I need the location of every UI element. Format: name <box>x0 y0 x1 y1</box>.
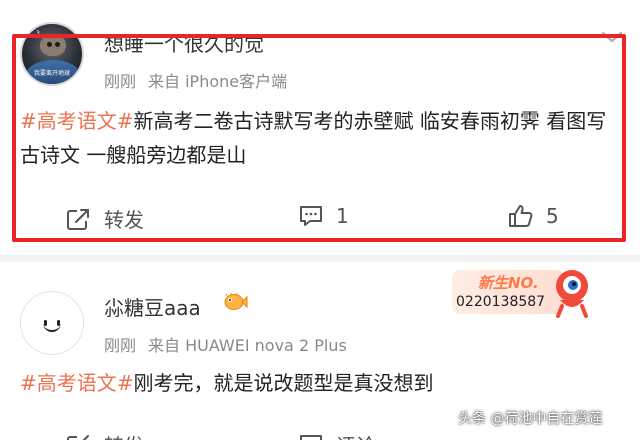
avatar-number: 3 <box>36 30 40 37</box>
username[interactable]: 尛糖豆aaa <box>104 292 201 321</box>
user-avatar[interactable]: 3 我要离开地球 <box>20 22 84 86</box>
watermark: 头条 @荷池中自在赏莲 <box>458 411 603 427</box>
post-content: #高考语文#新高考二卷古诗默写考的赤壁赋 临安春雨初霁 看图写古诗文 一艘船旁边… <box>20 104 624 172</box>
user-badge[interactable]: 新生NO. 0220138587 <box>450 266 598 318</box>
post-meta: 刚刚 来自 iPhone客户端 <box>104 68 287 92</box>
like-button[interactable]: 5 <box>508 204 559 228</box>
repost-button[interactable]: 转发 <box>66 204 144 233</box>
badge-title: 新生NO. <box>478 274 539 292</box>
comment-bubble-icon <box>300 434 322 440</box>
hashtag-link[interactable]: #高考语文# <box>20 109 134 133</box>
post-text: 刚考完，就是说改题型是真没想到 <box>133 371 434 395</box>
post-content: #高考语文#刚考完，就是说改题型是真没想到 <box>20 366 624 400</box>
comment-button[interactable]: 1 <box>298 204 349 228</box>
badge-number: 0220138587 <box>456 294 546 310</box>
username[interactable]: 想睡一个很久的觉 <box>104 28 264 57</box>
post-source: 来自 iPhone客户端 <box>148 72 288 91</box>
post-time: 刚刚 <box>104 72 137 91</box>
post-card: 3 我要离开地球 想睡一个很久的觉 刚刚 来自 iPhone客户端 #高考语文#新… <box>0 0 640 255</box>
pufferfish-emoji-icon <box>224 293 248 310</box>
comment-label: 评论 <box>336 430 376 440</box>
like-count: 5 <box>546 204 559 228</box>
share-arrow-icon <box>67 208 89 230</box>
comment-button[interactable]: 评论 <box>298 430 376 440</box>
user-avatar[interactable] <box>20 291 84 355</box>
thumbs-up-icon <box>509 205 533 227</box>
comment-count: 1 <box>336 204 349 228</box>
avatar-face <box>40 34 66 56</box>
comment-bubble-icon <box>300 206 322 226</box>
share-arrow-icon <box>67 434 89 440</box>
avatar-caption: 我要离开地球 <box>33 70 70 77</box>
smile-face-icon <box>43 322 61 332</box>
repost-button[interactable]: 转发 <box>66 430 144 440</box>
post-time: 刚刚 <box>104 336 137 355</box>
repost-label: 转发 <box>104 208 144 232</box>
post-meta: 刚刚 来自 HUAWEI nova 2 Plus <box>104 332 347 356</box>
chevron-down-icon[interactable] <box>600 30 624 44</box>
post-source: 来自 HUAWEI nova 2 Plus <box>148 336 347 355</box>
repost-label: 转发 <box>104 430 144 440</box>
post-separator <box>0 255 640 262</box>
hashtag-link[interactable]: #高考语文# <box>20 371 134 395</box>
mascot-icon <box>556 270 588 318</box>
